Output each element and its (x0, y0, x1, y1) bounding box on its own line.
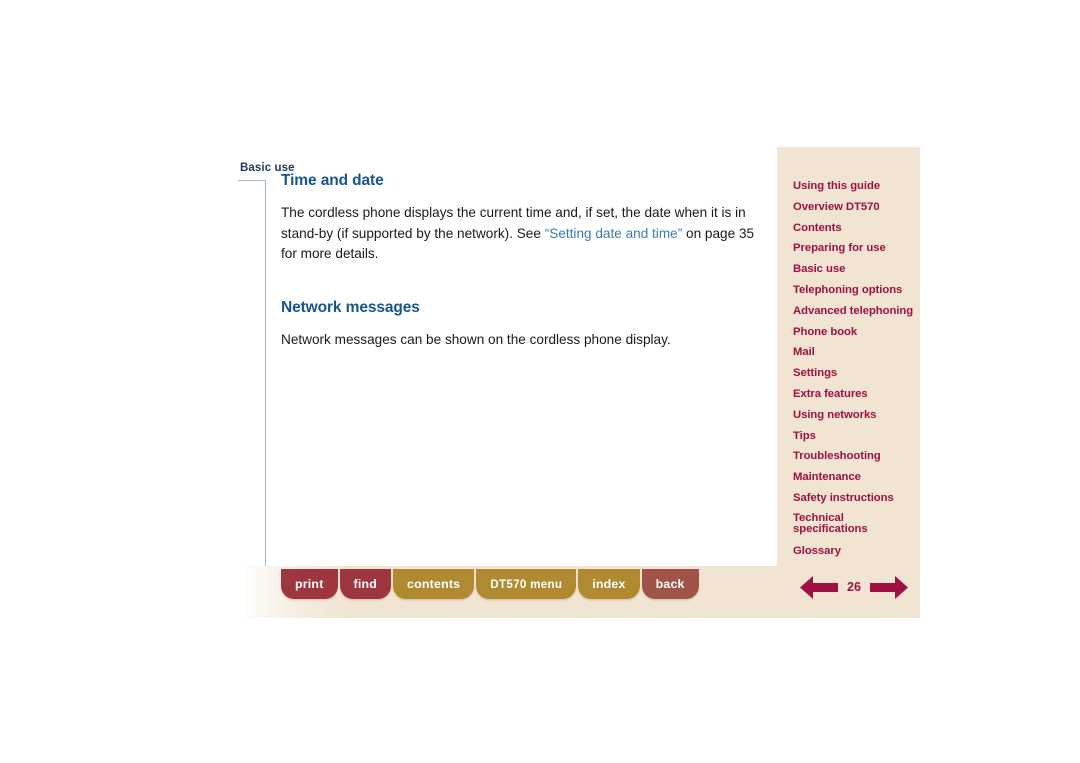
header-rule-horizontal (238, 180, 265, 181)
toolbar-button-contents[interactable]: contents (393, 569, 475, 599)
previous-page-arrow-icon[interactable] (800, 574, 838, 601)
nav-item-glossary[interactable]: Glossary (793, 545, 915, 558)
manual-page: Basic use Time and date The cordless pho… (238, 130, 940, 630)
page-navigation: 26 (800, 570, 908, 604)
bottom-toolbar: print find contents DT570 menu index back (281, 569, 699, 601)
nav-item-using-networks[interactable]: Using networks (793, 409, 915, 422)
toolbar-button-find[interactable]: find (339, 569, 392, 599)
header-rule-vertical (265, 180, 266, 566)
paragraph-network-messages: Network messages can be shown on the cor… (281, 331, 671, 347)
nav-item-telephoning-options[interactable]: Telephoning options (793, 284, 915, 297)
nav-item-mail[interactable]: Mail (793, 346, 915, 359)
nav-item-tips[interactable]: Tips (793, 430, 915, 443)
paragraph-time-and-date: The cordless phone displays the current … (281, 203, 771, 265)
nav-item-advanced-telephoning[interactable]: Advanced telephoning (793, 305, 915, 318)
nav-item-settings[interactable]: Settings (793, 367, 915, 380)
section-heading-time-and-date: Time and date (281, 172, 384, 189)
nav-item-basic-use[interactable]: Basic use (793, 263, 915, 276)
toolbar-button-back[interactable]: back (641, 569, 699, 599)
content-sheet: Basic use Time and date The cordless pho… (238, 130, 777, 566)
next-page-arrow-icon[interactable] (870, 574, 908, 601)
nav-item-overview-dt570[interactable]: Overview DT570 (793, 201, 915, 214)
nav-item-safety-instructions[interactable]: Safety instructions (793, 492, 915, 505)
nav-item-technical-specifications[interactable]: Technical specifications (793, 512, 885, 536)
nav-item-contents[interactable]: Contents (793, 222, 915, 235)
toolbar-button-print[interactable]: print (281, 569, 338, 599)
nav-item-extra-features[interactable]: Extra features (793, 388, 915, 401)
text-column: Time and date The cordless phone display… (281, 172, 771, 350)
navigation-list: Using this guide Overview DT570 Contents Pr… (793, 180, 915, 566)
section-heading-network-messages: Network messages (281, 298, 420, 316)
nav-item-preparing-for-use[interactable]: Preparing for use (793, 242, 915, 255)
nav-item-troubleshooting[interactable]: Troubleshooting (793, 450, 915, 463)
nav-item-phone-book[interactable]: Phone book (793, 326, 915, 339)
navigation-panel: Using this guide Overview DT570 Contents Pr… (777, 147, 920, 618)
nav-item-maintenance[interactable]: Maintenance (793, 471, 915, 484)
page-number: 26 (847, 579, 861, 594)
toolbar-button-index[interactable]: index (578, 569, 640, 599)
cross-reference-link[interactable]: “Setting date and time” (545, 226, 683, 241)
nav-item-using-this-guide[interactable]: Using this guide (793, 180, 915, 193)
toolbar-button-dt570-menu[interactable]: DT570 menu (476, 569, 577, 599)
